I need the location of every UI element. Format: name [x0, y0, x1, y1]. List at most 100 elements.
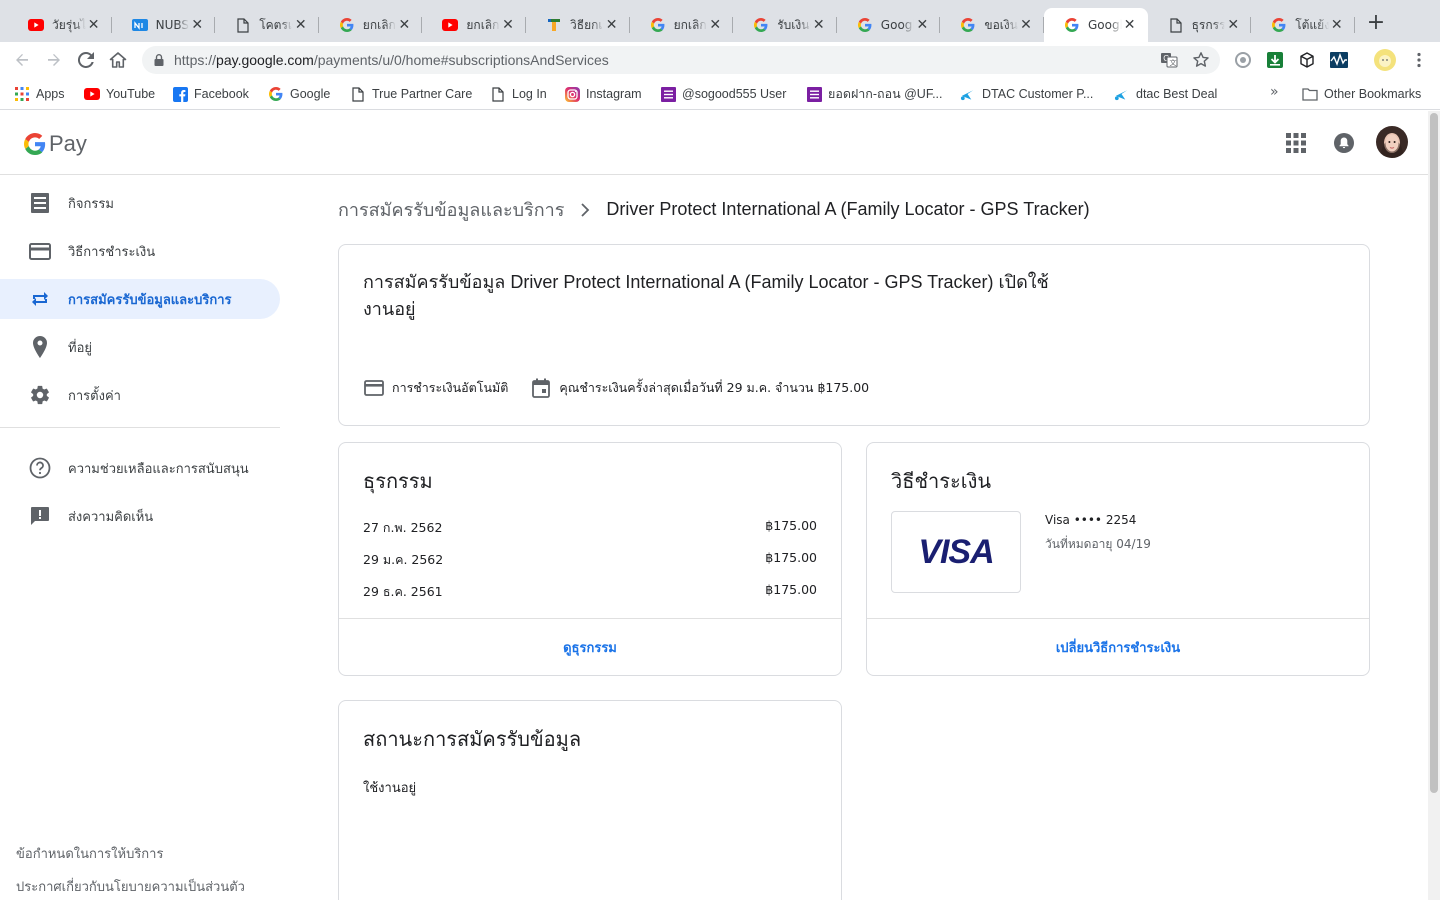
nav-item-subscriptions[interactable]: การสมัครรับข้อมูลและบริการ: [0, 279, 280, 319]
other-bookmarks-label: Other Bookmarks: [1324, 87, 1422, 101]
bookmark-item[interactable]: ยอดฝาก-ถอน @UF...: [806, 84, 943, 104]
tab-close-icon[interactable]: ✕: [396, 17, 412, 33]
bookmark-item[interactable]: Instagram: [564, 84, 642, 104]
back-button[interactable]: [10, 48, 34, 72]
home-button[interactable]: [106, 48, 130, 72]
browser-tab[interactable]: ขอเงินคืน✕: [940, 8, 1044, 42]
tab-close-icon[interactable]: ✕: [1225, 17, 1241, 33]
tab-close-icon[interactable]: ✕: [604, 17, 620, 33]
browser-tab[interactable]: Google✕: [837, 8, 941, 42]
bookmark-item[interactable]: Apps: [14, 84, 65, 104]
google-icon: [339, 17, 355, 33]
bookmark-item[interactable]: @sogood555 User: [660, 84, 786, 104]
apps-grid-icon[interactable]: [1285, 132, 1307, 154]
translate-icon[interactable]: G文: [1160, 51, 1178, 69]
tab-close-icon[interactable]: ✕: [707, 17, 723, 33]
extension-circle-icon[interactable]: [1234, 51, 1252, 69]
browser-tab[interactable]: ธุรกรรม✕: [1148, 8, 1252, 42]
google-icon: [753, 17, 769, 33]
browser-menu-icon[interactable]: [1410, 51, 1428, 69]
nav-label: ส่งความคิดเห็น: [68, 509, 154, 525]
tab-close-icon[interactable]: ✕: [1329, 17, 1345, 33]
bookmark-item[interactable]: dtac Best Deal: [1114, 84, 1217, 104]
facebook-icon: [172, 86, 188, 102]
profile-avatar-icon[interactable]: [1374, 49, 1396, 71]
subscription-meta: การชำระเงินอัตโนมัติ คุณชำระเงินครั้งล่า…: [363, 377, 891, 399]
bookmark-label: Facebook: [194, 87, 249, 101]
address-bar[interactable]: https://pay.google.com/payments/u/0/home…: [142, 46, 1220, 74]
browser-tab[interactable]: NUBSHOP✕: [112, 8, 216, 42]
nav-item-payment-methods[interactable]: วิธีการชำระเงิน: [0, 231, 280, 271]
transaction-row: 29 ธ.ค. 2561 ฿175.00: [363, 582, 817, 602]
tab-title: โต้แย้ง: [1295, 17, 1329, 32]
breadcrumb-parent-link[interactable]: การสมัครรับข้อมูลและบริการ: [338, 195, 564, 224]
browser-tab[interactable]: รับเงินคืน✕: [733, 8, 837, 42]
privacy-notice-link[interactable]: ประกาศเกี่ยวกับนโยบายความเป็นส่วนตัว: [16, 876, 245, 897]
payment-method-card: วิธีชำระเงิน VISA Visa •••• 2254 วันที่ห…: [866, 442, 1370, 676]
tab-separator: [1353, 17, 1355, 33]
google-pay-logo[interactable]: Pay: [24, 131, 87, 157]
scrollbar-thumb[interactable]: [1430, 113, 1438, 793]
tab-close-icon[interactable]: ✕: [293, 17, 309, 33]
list-icon: [806, 86, 822, 102]
url-text: https://pay.google.com/payments/u/0/home…: [174, 52, 609, 68]
user-avatar[interactable]: [1376, 126, 1408, 158]
bookmark-item[interactable]: Log In: [490, 84, 547, 104]
browser-tab[interactable]: ยกเลิก s✕: [319, 8, 423, 42]
extension-cube-icon[interactable]: [1298, 51, 1316, 69]
new-tab-button[interactable]: +: [1362, 10, 1390, 38]
browser-tab[interactable]: ยกเลิกแ✕: [422, 8, 526, 42]
transaction-date: 29 ม.ค. 2562: [363, 552, 444, 567]
bookmark-star-icon[interactable]: [1192, 51, 1210, 69]
tab-close-icon[interactable]: ✕: [914, 17, 930, 33]
browser-tab[interactable]: โต้แย้ง ✕: [1251, 8, 1355, 42]
bookmark-item[interactable]: True Partner Care: [350, 84, 472, 104]
page-scrollbar[interactable]: [1428, 111, 1440, 900]
footer-links: ข้อกำหนดในการให้บริการ ประกาศเกี่ยวกับนโ…: [16, 843, 245, 900]
transactions-heading: ธุรกรรม: [363, 469, 433, 493]
auto-pay-label: การชำระเงินอัตโนมัติ: [392, 380, 509, 395]
gpay-header: Pay: [0, 111, 1428, 175]
bookmark-item[interactable]: YouTube: [84, 84, 155, 104]
extension-wave-icon[interactable]: [1330, 51, 1348, 69]
tab-title: NUBSHOP: [155, 18, 190, 32]
nav-item-help[interactable]: ความช่วยเหลือและการสนับสนุน: [0, 448, 280, 488]
browser-tab[interactable]: ยกเลิก v✕: [630, 8, 734, 42]
nav-item-addresses[interactable]: ที่อยู่: [0, 327, 280, 367]
tab-close-icon[interactable]: ✕: [1018, 17, 1034, 33]
bookmark-label: ยอดฝาก-ถอน @UF...: [828, 87, 943, 101]
reload-icon: [78, 52, 94, 68]
terms-of-service-link[interactable]: ข้อกำหนดในการให้บริการ: [16, 843, 245, 864]
subscription-title: การสมัครรับข้อมูล Driver Protect Interna…: [363, 272, 1049, 319]
nav-item-feedback[interactable]: ส่งความคิดเห็น: [0, 496, 280, 536]
notifications-bell-icon[interactable]: [1332, 131, 1356, 155]
extension-download-icon[interactable]: [1266, 51, 1284, 69]
tab-close-icon[interactable]: ✕: [86, 17, 102, 33]
view-transactions-link[interactable]: ดูธุรกรรม: [563, 637, 617, 658]
tab-close-icon[interactable]: ✕: [189, 17, 205, 33]
bookmark-item[interactable]: Google: [268, 84, 330, 104]
transactions-card: ธุรกรรม 27 ก.พ. 2562 ฿175.00 29 ม.ค. 256…: [338, 442, 842, 676]
tab-close-icon[interactable]: ✕: [500, 17, 516, 33]
browser-tab[interactable]: วัยรุ่นไทย✕: [8, 8, 112, 42]
bookmarks-overflow-button[interactable]: »: [1270, 84, 1279, 100]
change-payment-method-link[interactable]: เปลี่ยนวิธีการชำระเงิน: [1056, 637, 1180, 658]
bookmark-label: @sogood555 User: [682, 87, 787, 101]
bookmark-label: True Partner Care: [372, 87, 473, 101]
bookmark-item[interactable]: DTAC Customer P...: [960, 84, 1093, 104]
bookmark-item[interactable]: Facebook: [172, 84, 249, 104]
browser-tab[interactable]: โคตรเซียน✕: [215, 8, 319, 42]
browser-tab[interactable]: วิธียกเลิก✕: [526, 8, 630, 42]
back-arrow-icon: [16, 54, 28, 66]
payment-method-heading: วิธีชำระเงิน: [891, 469, 991, 493]
reload-button[interactable]: [74, 48, 98, 72]
tab-close-icon[interactable]: ✕: [811, 17, 827, 33]
other-bookmarks-folder[interactable]: Other Bookmarks: [1302, 84, 1421, 104]
nav-item-settings[interactable]: การตั้งค่า: [0, 375, 280, 415]
card-name: Visa •••• 2254: [1045, 513, 1137, 527]
tab-title: ยกเลิก s: [362, 17, 397, 32]
tab-close-icon[interactable]: ✕: [1122, 17, 1138, 33]
forward-button[interactable]: [42, 48, 66, 72]
browser-tab[interactable]: Google✕: [1044, 8, 1148, 42]
nav-item-activity[interactable]: กิจกรรม: [0, 183, 280, 223]
